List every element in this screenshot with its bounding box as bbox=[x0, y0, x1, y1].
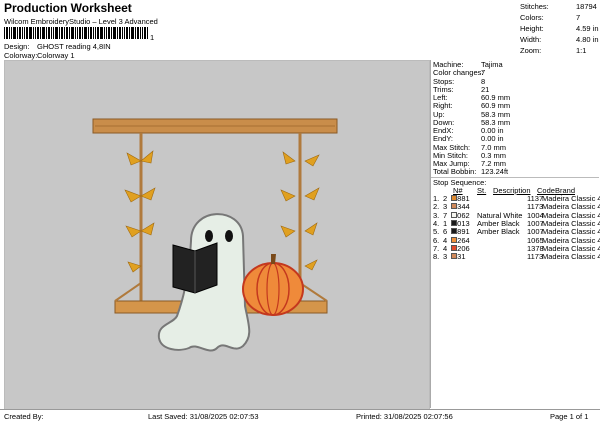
barcode-suffix: 1 bbox=[150, 33, 155, 42]
printed-date: Printed: 31/08/2025 02:07:56 bbox=[356, 412, 453, 421]
thread-color-swatch bbox=[451, 253, 457, 260]
info-row: Left: 60.9 mm bbox=[433, 93, 511, 102]
stat-row: Stitches: 18794 bbox=[520, 2, 597, 11]
stop-code: 1173 bbox=[527, 252, 544, 262]
stop-row: 7. 4 1206 1378 Madeira Classic 40 bbox=[431, 244, 600, 253]
info-row: Stops: 8 bbox=[433, 76, 486, 86]
thread-color-swatch bbox=[451, 244, 457, 251]
stat-row: Zoom: 1:1 bbox=[520, 46, 587, 55]
worksheet-title: Production Worksheet bbox=[4, 1, 132, 15]
stop-sequence: Stop Sequence: N# St. Description Code B… bbox=[431, 178, 600, 262]
page-number: Page 1 of 1 bbox=[550, 412, 589, 421]
colorway-label: Colorway: bbox=[4, 51, 38, 60]
info-row: Max Stitch: 7.0 mm bbox=[433, 142, 507, 152]
last-saved: Last Saved: 31/08/2025 02:07:53 bbox=[148, 412, 259, 421]
footer-divider bbox=[0, 409, 600, 410]
stop-row: 8. 3 131 1173 Madeira Classic 40 bbox=[431, 252, 600, 262]
software-subtitle: Wilcom EmbroideryStudio – Level 3 Advanc… bbox=[4, 17, 158, 26]
stop-row: 5. 6 2891 Amber Black 1007 Madeira Classic 40 bbox=[431, 227, 600, 236]
thread-color-swatch bbox=[451, 228, 457, 235]
stat-row: Width: 4.80 in bbox=[520, 35, 599, 44]
thread-color-swatch bbox=[451, 219, 457, 226]
info-row: Up: 58.3 mm bbox=[433, 109, 511, 119]
thread-color-swatch bbox=[451, 203, 457, 210]
stat-row: Colors: 7 bbox=[520, 13, 581, 22]
thread-color-swatch bbox=[451, 211, 457, 218]
colorway-value: Colorway 1 bbox=[37, 51, 75, 60]
stop-row: 6. 4 1264 1065 Madeira Classic 40 bbox=[431, 236, 600, 245]
created-by: Created By: bbox=[4, 412, 44, 421]
design-label: Design: bbox=[4, 42, 30, 51]
info-row: EndY: 0.00 in bbox=[433, 134, 504, 144]
ghost-reading-design bbox=[92, 118, 338, 352]
info-row: Down: 58.3 mm bbox=[433, 117, 511, 127]
stop-rows: 1. 2 1881 1137 Madeira Classic 40 2. 3 5344 1173… bbox=[431, 194, 600, 262]
stat-row: Height: 4.59 in bbox=[520, 24, 599, 33]
stop-index: 8. bbox=[433, 252, 440, 262]
stop-brand: Madeira Classic 40 bbox=[542, 252, 600, 262]
info-row: Trims: 21 bbox=[433, 84, 490, 94]
info-row: Min Stitch: 0.3 mm bbox=[433, 150, 507, 160]
design-value: GHOST reading 4,8IN bbox=[37, 42, 111, 51]
thread-color-swatch bbox=[451, 236, 457, 243]
design-stats: Stitches: 18794 Colors: 7 Height: 4.59 in W… bbox=[520, 2, 600, 57]
stop-sequence-header: N# St. Description Code Brand bbox=[431, 186, 599, 195]
machine-info-panel: Machine: Tajima Color changes: 7 Stops: 8 T… bbox=[430, 60, 600, 408]
design-preview bbox=[4, 60, 430, 410]
stop-row: 4. 1 1013 Amber Black 1007 Madeira Classic 40 bbox=[431, 219, 600, 228]
info-row: Total Bobbin: 123.24ft bbox=[433, 167, 509, 177]
stop-row: 2. 3 5344 1173 Madeira Classic 40 bbox=[431, 202, 600, 211]
info-row: Right: 60.9 mm bbox=[433, 101, 511, 111]
thread-color-swatch bbox=[451, 195, 457, 202]
stop-needle: 3 bbox=[443, 252, 448, 262]
stop-sequence-title-row: Stop Sequence: bbox=[431, 178, 599, 187]
stop-row: 3. 7 5062 Natural White 1004 Madeira Classic … bbox=[431, 211, 600, 220]
stop-row: 1. 2 1881 1137 Madeira Classic 40 bbox=[431, 194, 600, 203]
info-row: Machine: Tajima bbox=[433, 60, 503, 69]
info-row: Color changes: 7 bbox=[433, 68, 486, 78]
info-row: Max Jump: 7.2 mm bbox=[433, 159, 507, 168]
barcode bbox=[4, 27, 148, 39]
info-row: EndX: 0.00 in bbox=[433, 126, 504, 135]
